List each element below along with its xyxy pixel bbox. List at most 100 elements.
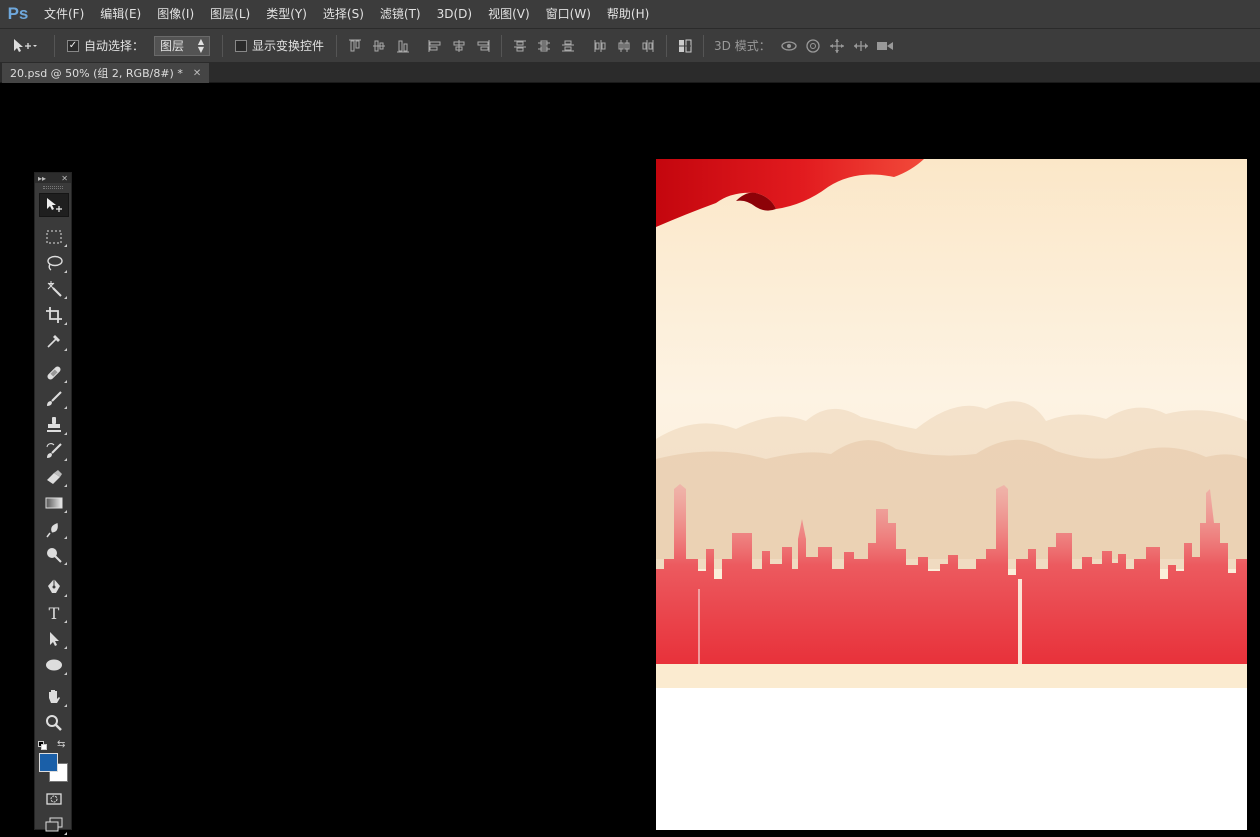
rectangular-marquee-tool[interactable] (39, 225, 69, 249)
close-icon[interactable]: ✕ (61, 174, 68, 183)
document-canvas[interactable] (656, 159, 1247, 830)
3d-roll-button[interactable] (801, 34, 825, 58)
move-tool-icon (14, 38, 37, 52)
water-drop-icon (46, 522, 58, 538)
menu-image[interactable]: 图像(I) (149, 0, 202, 28)
distribute-right-edges-button[interactable] (636, 34, 660, 58)
magnifier-icon (46, 715, 62, 731)
align-bottom-edges-button[interactable] (391, 34, 415, 58)
type-icon: T (49, 604, 60, 622)
document-tab[interactable]: 20.psd @ 50% (组 2, RGB/8#) * ✕ (2, 63, 210, 83)
pen-tool[interactable] (39, 575, 69, 599)
align-right-icon (477, 39, 490, 52)
distribute-horizontal-centers-button[interactable] (612, 34, 636, 58)
checkmark-icon: ✓ (67, 39, 79, 52)
3d-slide-button[interactable] (849, 34, 873, 58)
auto-select-target-value: 图层 (160, 39, 185, 53)
menu-bar: Ps 文件(F) 编辑(E) 图像(I) 图层(L) 类型(Y) 选择(S) 滤… (0, 0, 1260, 28)
distribute-bottom-edges-button[interactable] (556, 34, 580, 58)
rotate-3d-icon (781, 40, 797, 51)
crop-tool[interactable] (39, 303, 69, 327)
3d-drag-button[interactable] (825, 34, 849, 58)
clone-stamp-tool[interactable] (39, 413, 69, 437)
menu-select[interactable]: 选择(S) (315, 0, 372, 28)
3d-scale-button[interactable] (873, 34, 897, 58)
show-transform-controls-checkbox[interactable]: 显示变换控件 (235, 37, 324, 54)
distribute-vcenter-icon (538, 40, 551, 51)
show-transform-label: 显示变换控件 (252, 39, 325, 53)
ellipse-tool[interactable] (39, 653, 69, 677)
magic-wand-tool[interactable] (39, 277, 69, 301)
spot-healing-brush-tool[interactable] (39, 361, 69, 385)
gradient-icon (45, 497, 63, 509)
dodge-tool[interactable] (39, 543, 69, 567)
align-top-icon (349, 39, 362, 51)
auto-select-target-dropdown[interactable]: 图层 ▲ ▼ (154, 35, 211, 56)
menu-layer[interactable]: 图层(L) (202, 0, 258, 28)
distribute-top-icon (514, 40, 527, 51)
menu-view[interactable]: 视图(V) (480, 0, 538, 28)
path-selection-tool[interactable] (39, 627, 69, 651)
roll-3d-icon (806, 38, 820, 53)
divider (336, 34, 338, 57)
eraser-tool[interactable] (39, 465, 69, 489)
brush-tool[interactable] (39, 387, 69, 411)
bandage-icon (47, 366, 61, 380)
align-left-edges-button[interactable] (423, 34, 447, 58)
type-tool[interactable]: T (39, 601, 69, 625)
move-tool[interactable] (39, 193, 69, 217)
stamp-icon (47, 417, 61, 432)
brush-icon (47, 391, 62, 406)
foreground-color-swatch[interactable] (39, 753, 58, 772)
screen-mode-button[interactable] (39, 813, 69, 837)
menu-filter[interactable]: 滤镜(T) (372, 0, 429, 28)
distribute-left-edges-button[interactable] (588, 34, 612, 58)
auto-align-layers-button[interactable] (673, 34, 697, 58)
swap-colors-icon[interactable]: ⇆ (57, 739, 65, 750)
align-bottom-icon (397, 40, 410, 52)
panel-grip[interactable] (35, 183, 71, 191)
history-brush-tool[interactable] (39, 439, 69, 463)
move-tool-icon (47, 198, 62, 212)
menu-type[interactable]: 类型(Y) (258, 0, 315, 28)
tool-preset-picker[interactable] (0, 29, 48, 63)
gradient-tool[interactable] (39, 491, 69, 515)
blur-tool[interactable] (39, 517, 69, 541)
quick-mask-icon (46, 793, 62, 805)
stepper-arrows-icon: ▲ ▼ (197, 36, 205, 54)
tools-panel-header: ▸▸ ✕ (35, 173, 71, 183)
align-hcenter-icon (453, 39, 465, 52)
align-vertical-centers-button[interactable] (367, 34, 391, 58)
pen-icon (48, 579, 60, 593)
menu-file[interactable]: 文件(F) (36, 0, 92, 28)
slide-3d-icon (853, 40, 868, 51)
align-right-edges-button[interactable] (471, 34, 495, 58)
eraser-icon (47, 470, 62, 484)
quick-mask-mode-button[interactable] (39, 787, 69, 811)
empty-checkbox-icon (235, 39, 248, 52)
3d-rotate-button[interactable] (777, 34, 801, 58)
menu-3d[interactable]: 3D(D) (429, 0, 480, 28)
zoom-tool[interactable] (39, 711, 69, 735)
divider (703, 34, 705, 57)
photoshop-logo: Ps (7, 4, 29, 23)
hand-tool[interactable] (39, 685, 69, 709)
menu-edit[interactable]: 编辑(E) (92, 0, 149, 28)
eyedropper-tool[interactable] (39, 329, 69, 353)
align-top-edges-button[interactable] (343, 34, 367, 58)
align-horizontal-centers-button[interactable] (447, 34, 471, 58)
close-icon[interactable]: ✕ (193, 68, 201, 79)
collapse-panel-icon[interactable]: ▸▸ (38, 174, 46, 183)
hand-icon (49, 690, 60, 703)
document-tab-title: 20.psd @ 50% (组 2, RGB/8#) * (10, 67, 183, 80)
screen-mode-icon (45, 817, 63, 832)
lasso-tool[interactable] (39, 251, 69, 275)
3d-mode-label: 3D 模式： (714, 39, 771, 53)
distribute-vertical-centers-button[interactable] (532, 34, 556, 58)
menu-help[interactable]: 帮助(H) (599, 0, 657, 28)
auto-select-checkbox[interactable]: ✓ 自动选择： (67, 37, 144, 54)
distribute-top-edges-button[interactable] (508, 34, 532, 58)
svg-text:T: T (49, 604, 60, 622)
default-colors-icon[interactable] (38, 741, 47, 750)
menu-window[interactable]: 窗口(W) (538, 0, 599, 28)
